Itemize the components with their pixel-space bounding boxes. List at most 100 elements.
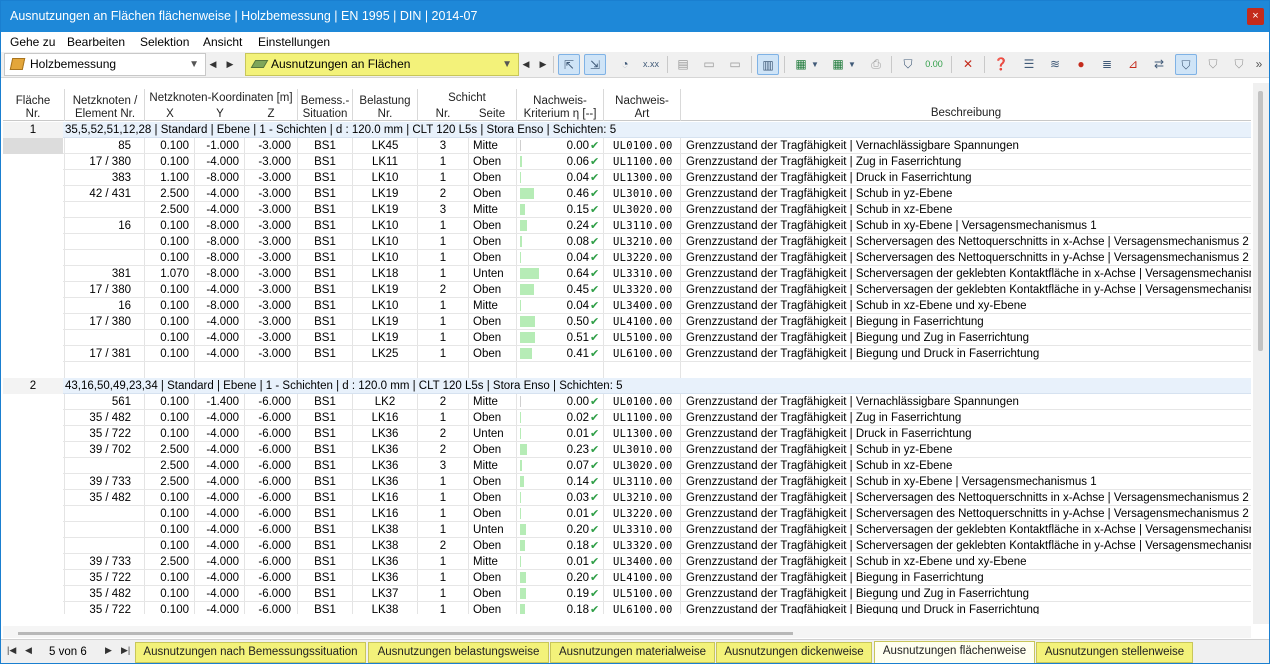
horizontal-scroll-thumb[interactable] bbox=[18, 632, 793, 635]
table-row[interactable]: 561 0.100 -1.400 -6.000 BS1 LK2 2 Mitte 0.00 ✔ UL0… bbox=[3, 394, 1251, 410]
table-row[interactable]: 16 0.100 -8.000 -3.000 BS1 LK10 1 Mitte 0.04 ✔ UL3… bbox=[3, 298, 1251, 314]
check-icon: ✔ bbox=[590, 140, 600, 152]
pick-object-icon[interactable]: ✕ bbox=[957, 54, 979, 75]
menu-selektion[interactable]: Selektion bbox=[140, 35, 189, 49]
info-list-icon[interactable]: ☰ bbox=[1018, 54, 1040, 75]
cell-belastung: LK2 bbox=[374, 396, 396, 408]
next-table-button[interactable]: ▶ bbox=[536, 56, 550, 73]
module-select[interactable]: Holzbemessung ▼ bbox=[4, 53, 206, 76]
table-row[interactable]: 0.100 -8.000 -3.000 BS1 LK10 1 Oben 0.08 ✔ UL3210… bbox=[3, 234, 1251, 250]
table-row[interactable]: 16 0.100 -8.000 -3.000 BS1 LK10 1 Oben 0.24 ✔ UL31… bbox=[3, 218, 1251, 234]
menu-ansicht[interactable]: Ansicht bbox=[203, 35, 242, 49]
table-row[interactable]: 35 / 482 0.100 -4.000 -6.000 BS1 LK16 1 Oben 0.0… bbox=[3, 490, 1251, 506]
table-row[interactable]: 39 / 733 2.500 -4.000 -6.000 BS1 LK36 1 Oben 0.1… bbox=[3, 474, 1251, 490]
table-row[interactable]: 0.100 -8.000 -3.000 BS1 LK10 1 Oben 0.04 ✔ UL3220… bbox=[3, 250, 1251, 266]
tab-ausnutzungen-materialweise[interactable]: Ausnutzungen materialweise bbox=[550, 642, 715, 663]
more-tools-icon[interactable]: » bbox=[1252, 54, 1266, 75]
filter-pin-icon[interactable]: ⛉ bbox=[1228, 54, 1250, 75]
chevron-down-icon[interactable]: ▼ bbox=[846, 54, 858, 75]
filter-off-icon[interactable]: ⛉ bbox=[1202, 54, 1224, 75]
cell-art: UL3220.00 bbox=[613, 508, 673, 520]
table-row[interactable]: 0.100 -4.000 -3.000 BS1 LK19 1 Oben 0.51 ✔ UL5100… bbox=[3, 330, 1251, 346]
cell-beschreibung: Grenzzustand der Tragfähigkeit | Biegung… bbox=[686, 316, 984, 328]
next-module-button[interactable]: ▶ bbox=[223, 56, 237, 73]
vertical-scrollbar[interactable] bbox=[1253, 83, 1269, 624]
table-row[interactable]: 35 / 722 0.100 -4.000 -6.000 BS1 LK38 1 Oben 0.1… bbox=[3, 602, 1251, 614]
help-icon[interactable]: ❓ bbox=[990, 54, 1012, 75]
close-button[interactable]: × bbox=[1247, 8, 1264, 25]
menu-einstellungen[interactable]: Einstellungen bbox=[258, 35, 330, 49]
cell-beschreibung: Grenzzustand der Tragfähigkeit | Schub i… bbox=[686, 204, 953, 216]
column-layout-icon[interactable]: ▥ bbox=[757, 54, 779, 75]
col-kriterium[interactable]: Nachweis- Kriterium η [--] bbox=[517, 95, 603, 121]
table-row[interactable]: 35 / 482 0.100 -4.000 -6.000 BS1 LK37 1 Oben 0.1… bbox=[3, 586, 1251, 602]
group-header-row[interactable]: 1 35,5,52,51,12,28 | Standard | Ebene | 1… bbox=[3, 122, 1251, 138]
col-z[interactable]: Z bbox=[245, 108, 297, 121]
group-header-row[interactable]: 2 43,16,50,49,23,34 | Standard | Ebene | … bbox=[3, 378, 1251, 394]
tab-ausnutzungen-nach-bemessungssituation[interactable]: Ausnutzungen nach Bemessungssituation bbox=[135, 642, 366, 663]
filter-icon[interactable]: ⛉ bbox=[897, 54, 919, 75]
table-row[interactable]: 35 / 722 0.100 -4.000 -6.000 BS1 LK36 2 Unten 0.… bbox=[3, 426, 1251, 442]
first-page-icon[interactable]: |◀ bbox=[7, 645, 16, 656]
tab-ausnutzungen-dickenweise[interactable]: Ausnutzungen dickenweise bbox=[716, 642, 872, 663]
print-icon[interactable]: ⎙ bbox=[865, 54, 887, 75]
prev-module-button[interactable]: ◀ bbox=[206, 56, 220, 73]
menu-bearbeiten[interactable]: Bearbeiten bbox=[67, 35, 125, 49]
col-y[interactable]: Y bbox=[195, 108, 245, 121]
table-row[interactable]: 0.100 -4.000 -6.000 BS1 LK38 2 Oben 0.18 ✔ UL3320… bbox=[3, 538, 1251, 554]
tab-ausnutzungen-stellenweise[interactable]: Ausnutzungen stellenweise bbox=[1036, 642, 1193, 663]
table-row[interactable]: 39 / 702 2.500 -4.000 -6.000 BS1 LK36 2 Oben 0.2… bbox=[3, 442, 1251, 458]
table-icon[interactable]: ▤ bbox=[672, 54, 694, 75]
table-row[interactable]: 85 0.100 -1.000 -3.000 BS1 LK45 3 Mitte 0.00 ✔ UL0… bbox=[3, 138, 1251, 154]
result-value-icon[interactable]: 0.00 bbox=[923, 54, 945, 75]
select-back-icon[interactable]: ⇲ bbox=[584, 54, 606, 75]
table-row[interactable]: 17 / 380 0.100 -4.000 -3.000 BS1 LK19 1 Oben 0.5… bbox=[3, 314, 1251, 330]
col-element[interactable]: Netzknoten / Element Nr. bbox=[65, 95, 145, 121]
vertical-scroll-thumb[interactable] bbox=[1258, 91, 1263, 351]
table-row[interactable]: 35 / 722 0.100 -4.000 -6.000 BS1 LK36 1 Oben 0.2… bbox=[3, 570, 1251, 586]
next-page-icon[interactable]: ▶ bbox=[105, 645, 112, 656]
col-x[interactable]: X bbox=[145, 108, 195, 121]
tab-ausnutzungen-flächenweise[interactable]: Ausnutzungen flächenweise bbox=[874, 641, 1035, 663]
color-scale-icon[interactable]: ● bbox=[1070, 54, 1092, 75]
table-row[interactable]: 35 / 482 0.100 -4.000 -6.000 BS1 LK16 1 Oben 0.0… bbox=[3, 410, 1251, 426]
last-page-icon[interactable]: ▶| bbox=[121, 645, 130, 656]
col-beschreibung[interactable]: Beschreibung bbox=[681, 107, 1251, 120]
prev-page-icon[interactable]: ◀ bbox=[25, 645, 32, 656]
result-table-select[interactable]: Ausnutzungen an Flächen ▼ bbox=[245, 53, 519, 76]
table-row[interactable]: 42 / 431 2.500 -4.000 -3.000 BS1 LK19 2 Oben 0.4… bbox=[3, 186, 1251, 202]
report-icon[interactable]: ≣ bbox=[1096, 54, 1118, 75]
table-row[interactable]: 17 / 380 0.100 -4.000 -3.000 BS1 LK11 1 Oben 0.0… bbox=[3, 154, 1251, 170]
col-belastung[interactable]: Belastung Nr. bbox=[353, 95, 417, 121]
horizontal-scrollbar[interactable] bbox=[3, 626, 1251, 638]
chevron-down-icon[interactable]: ▼ bbox=[809, 54, 821, 75]
delete-row-icon[interactable]: ▭ bbox=[724, 54, 746, 75]
decimal-places-icon[interactable]: x.xx bbox=[640, 54, 662, 75]
table-row[interactable]: 2.500 -4.000 -3.000 BS1 LK19 3 Mitte 0.15 ✔ UL302… bbox=[3, 202, 1251, 218]
col-schicht-nr[interactable]: Nr. bbox=[418, 108, 468, 121]
table-row[interactable]: 0.100 -4.000 -6.000 BS1 LK16 1 Oben 0.01 ✔ UL3220… bbox=[3, 506, 1251, 522]
table-row[interactable]: 2.500 -4.000 -6.000 BS1 LK36 3 Mitte 0.07 ✔ UL302… bbox=[3, 458, 1251, 474]
col-art[interactable]: Nachweis- Art bbox=[604, 95, 680, 121]
col-schicht-seite[interactable]: Seite bbox=[468, 108, 516, 121]
cell-element: 35 / 722 bbox=[89, 572, 131, 584]
cell-x: 0.100 bbox=[160, 396, 189, 408]
filter-active-icon[interactable]: ⛉ bbox=[1175, 54, 1197, 75]
prev-table-button[interactable]: ◀ bbox=[519, 56, 533, 73]
menu-gehe-zu[interactable]: Gehe zu bbox=[10, 35, 55, 49]
table-row[interactable]: 381 1.070 -8.000 -3.000 BS1 LK18 1 Unten 0.64 ✔ UL… bbox=[3, 266, 1251, 282]
col-situation[interactable]: Bemess.- Situation bbox=[298, 95, 352, 121]
select-arrow-icon[interactable]: ⇱ bbox=[558, 54, 580, 75]
diagram-icon[interactable]: ⊿ bbox=[1122, 54, 1144, 75]
sync-icon[interactable]: ⇄ bbox=[1148, 54, 1170, 75]
table-row[interactable]: 17 / 380 0.100 -4.000 -3.000 BS1 LK19 2 Oben 0.4… bbox=[3, 282, 1251, 298]
table-row[interactable]: 39 / 733 2.500 -4.000 -6.000 BS1 LK36 1 Mitte 0.… bbox=[3, 554, 1251, 570]
layer-icon[interactable]: ≋ bbox=[1044, 54, 1066, 75]
insert-row-icon[interactable]: ▭ bbox=[698, 54, 720, 75]
table-row[interactable]: 0.100 -4.000 -6.000 BS1 LK38 1 Unten 0.20 ✔ UL331… bbox=[3, 522, 1251, 538]
table-row[interactable]: 383 1.100 -8.000 -3.000 BS1 LK10 1 Oben 0.04 ✔ UL1… bbox=[3, 170, 1251, 186]
col-flaeche[interactable]: Fläche Nr. bbox=[3, 95, 63, 121]
view-result-icon[interactable]: ◔ bbox=[614, 54, 636, 75]
tab-ausnutzungen-belastungsweise[interactable]: Ausnutzungen belastungsweise bbox=[368, 642, 549, 663]
table-row[interactable]: 17 / 381 0.100 -4.000 -3.000 BS1 LK25 1 Oben 0.4… bbox=[3, 346, 1251, 362]
